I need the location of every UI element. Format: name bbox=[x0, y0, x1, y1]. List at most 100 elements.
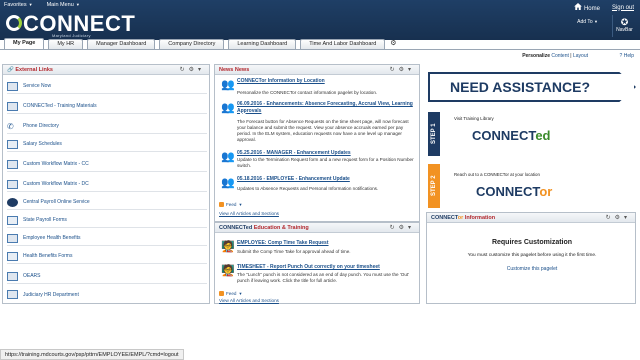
news-title-link[interactable]: CONNECTor Information by Location bbox=[237, 78, 413, 85]
tab-company-directory[interactable]: Company Directory bbox=[159, 39, 225, 49]
add-to-menu[interactable]: Add To ▼ bbox=[577, 19, 598, 25]
connector-logo: CONNECTor bbox=[476, 184, 552, 199]
education-pagelet: CONNECTed Education & Training ↻⚙▾ 🧑‍🏫 E… bbox=[214, 222, 420, 304]
link-icon: 🔗 bbox=[7, 67, 14, 73]
step-2-text: Reach out to a CONNECTor at your locatio… bbox=[454, 172, 540, 177]
sign-out-link[interactable]: Sign out bbox=[612, 5, 634, 11]
refresh-icon[interactable]: ↻ bbox=[180, 67, 189, 73]
ext-link-label: Judiciary HR Department bbox=[23, 291, 79, 298]
pagelet-controls: ↻⚙▾ bbox=[390, 223, 415, 233]
ext-link-label: Health Benefits Forms bbox=[23, 253, 73, 259]
ext-link-label: Salary Schedules bbox=[23, 141, 62, 147]
gear-icon[interactable]: ⚙▾ bbox=[615, 215, 631, 221]
document-icon bbox=[7, 215, 18, 225]
logo-text: CONNECT bbox=[472, 128, 536, 143]
news-body: The "Lunch" punch is not considered as a… bbox=[237, 272, 410, 283]
logo-ring-icon bbox=[6, 15, 22, 31]
people-icon: 👥 bbox=[221, 177, 235, 189]
ext-link-state-payroll-forms[interactable]: State Payroll Forms bbox=[7, 213, 207, 228]
step-2-card[interactable]: STEP 2 Reach out to a CONNECTor at your … bbox=[428, 164, 628, 208]
tab-my-page[interactable]: My Page bbox=[4, 38, 45, 49]
personalize-layout-link[interactable]: Layout bbox=[573, 53, 588, 59]
main-menu[interactable]: Main Menu ▼ bbox=[47, 2, 80, 8]
news-title-link[interactable]: EMPLOYEE: Comp Time Take Request bbox=[237, 240, 413, 247]
ext-link-health-benefits[interactable]: Employee Health Benefits bbox=[7, 231, 207, 246]
ext-link-judiciary-hr[interactable]: Judiciary HR Department bbox=[7, 287, 207, 302]
pagelet-header: CONNECTor Information ↻⚙▾ bbox=[427, 213, 635, 223]
ext-link-workflow-cc[interactable]: Custom Workflow Matrix - CC bbox=[7, 157, 207, 172]
feed-link[interactable]: Feed ▼ bbox=[219, 202, 242, 207]
news-pagelet: News News ↻⚙▾ 👥 CONNECTor Information by… bbox=[214, 64, 420, 222]
ext-link-salary-schedules[interactable]: Salary Schedules bbox=[7, 137, 207, 152]
home-link[interactable]: Home bbox=[574, 3, 600, 12]
help-link[interactable]: ? Help bbox=[620, 53, 634, 59]
connector-information-pagelet: CONNECTor Information ↻⚙▾ Requires Custo… bbox=[426, 212, 636, 304]
rss-icon bbox=[219, 202, 224, 207]
ext-link-label: Phone Directory bbox=[23, 123, 59, 129]
requires-customization-title: Requires Customization bbox=[491, 239, 573, 246]
browser-status-url: https://training.mdcourts.gov/psp/pttrn/… bbox=[0, 349, 184, 360]
seal-icon bbox=[7, 197, 18, 207]
separator: | bbox=[570, 53, 572, 59]
news-title-link[interactable]: 05.25.2016 - MANAGER - Enhancement Updat… bbox=[237, 150, 413, 157]
refresh-icon[interactable]: ↻ bbox=[606, 215, 615, 221]
gear-icon[interactable]: ⚙▾ bbox=[189, 67, 205, 73]
ext-link-label: Employee Health Benefits bbox=[23, 235, 81, 241]
refresh-icon[interactable]: ↻ bbox=[390, 225, 399, 231]
ext-link-oears[interactable]: OEARS bbox=[7, 269, 207, 284]
ext-link-service-now[interactable]: Service Now bbox=[7, 79, 207, 94]
tab-manager-dashboard[interactable]: Manager Dashboard bbox=[87, 39, 156, 49]
chevron-down-icon: ▼ bbox=[594, 19, 598, 24]
connected-logo: CONNECTed bbox=[472, 128, 550, 143]
ext-link-phone-directory[interactable]: ✆ Phone Directory bbox=[7, 119, 207, 134]
personalize-links: Personalize Content | Layout bbox=[522, 53, 588, 59]
ext-link-workflow-dc[interactable]: Custom Workflow Matrix - DC bbox=[7, 177, 207, 192]
pagelet-header: News News ↻⚙▾ bbox=[215, 65, 419, 75]
news-body: The Forecast button for Absence Requests… bbox=[237, 119, 409, 142]
top-header-bar: Favorites ▼ Main Menu ▼ CONNECT Maryland J… bbox=[0, 0, 640, 40]
need-assistance-banner: NEED ASSISTANCE? bbox=[428, 72, 636, 102]
home-label: Home bbox=[583, 6, 600, 12]
top-menu: Favorites ▼ Main Menu ▼ bbox=[4, 2, 80, 8]
pagelet-controls: ↻⚙▾ bbox=[390, 65, 415, 75]
pagelet-title: Education & Training bbox=[253, 225, 309, 231]
tab-learning-dashboard[interactable]: Learning Dashboard bbox=[228, 39, 297, 49]
ext-link-central-payroll[interactable]: Central Payroll Online Service bbox=[7, 195, 207, 210]
pagelet-header: 🔗 External Links ↻⚙▾ bbox=[3, 65, 209, 75]
favorites-menu[interactable]: Favorites ▼ bbox=[4, 2, 33, 8]
news-body: Updates to Absence Requests and Personal… bbox=[237, 186, 379, 191]
ext-link-label: OEARS bbox=[23, 273, 41, 279]
main-menu-label: Main Menu bbox=[46, 2, 74, 8]
ext-link-connected-training[interactable]: CONNECTed - Training Materials bbox=[7, 99, 207, 114]
gear-icon[interactable]: ⚙ bbox=[390, 39, 396, 49]
news-body: Update to the Termination Request form a… bbox=[237, 157, 414, 168]
news-title-link[interactable]: 06.09.2016 - Enhancements: Absence Forec… bbox=[237, 101, 413, 114]
tab-divider bbox=[0, 49, 640, 50]
personalize-content-link[interactable]: Content bbox=[551, 53, 569, 59]
gear-icon[interactable]: ⚙▾ bbox=[399, 225, 415, 231]
ext-link-health-forms[interactable]: Health Benefits Forms bbox=[7, 249, 207, 264]
navbar-button[interactable]: ✪ NavBar bbox=[612, 15, 636, 37]
gear-icon[interactable]: ⚙▾ bbox=[399, 67, 415, 73]
requires-customization-text: You must customize this pagelet before u… bbox=[467, 253, 597, 258]
ext-link-label: Custom Workflow Matrix - CC bbox=[23, 161, 89, 167]
customize-pagelet-link[interactable]: Customize this pagelet bbox=[427, 266, 637, 272]
step-1-text: Visit Training Library bbox=[454, 116, 494, 121]
refresh-icon[interactable]: ↻ bbox=[390, 67, 399, 73]
chevron-down-icon: ▼ bbox=[75, 2, 80, 7]
step-1-card[interactable]: STEP 1 Visit Training Library CONNECTed bbox=[428, 112, 628, 156]
ext-link-label: Central Payroll Online Service bbox=[23, 199, 90, 205]
ext-link-label: Service Now bbox=[23, 83, 52, 89]
step-2-label: STEP 2 bbox=[428, 164, 440, 208]
tab-time-and-labor-dashboard[interactable]: Time And Labor Dashboard bbox=[300, 39, 386, 49]
view-all-articles-link[interactable]: View All Articles and Sections bbox=[219, 211, 279, 216]
pagelet-controls: ↻⚙▾ bbox=[606, 213, 631, 223]
document-icon bbox=[7, 139, 18, 149]
tab-my-hr[interactable]: My HR bbox=[48, 39, 84, 49]
view-all-articles-link[interactable]: View All Articles and Sections bbox=[219, 298, 279, 303]
news-title-link[interactable]: TIMESHEET - Report Punch Out correctly o… bbox=[237, 264, 413, 271]
monitor-icon bbox=[7, 159, 18, 169]
feed-link[interactable]: Feed ▼ bbox=[219, 291, 242, 296]
presenter-icon: 🧑‍🏫 bbox=[221, 265, 235, 277]
news-title-link[interactable]: 05.18.2016 - EMPLOYEE - Enhancement Upda… bbox=[237, 176, 413, 183]
